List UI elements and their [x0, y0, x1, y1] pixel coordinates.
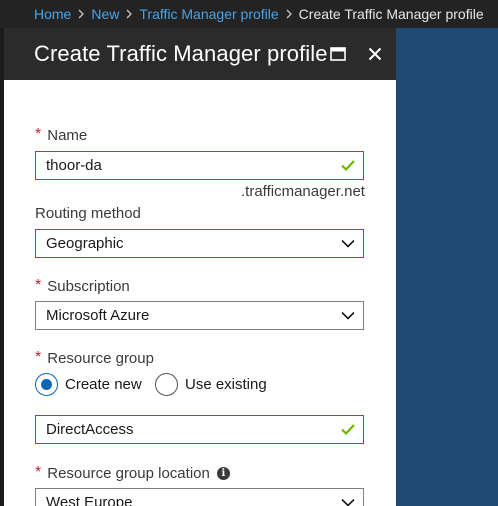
breadcrumb-current: Create Traffic Manager profile: [298, 6, 484, 22]
create-traffic-manager-blade: Create Traffic Manager profile * Name th…: [4, 28, 396, 506]
resource-group-location-select[interactable]: West Europe: [35, 488, 364, 506]
name-label: * Name: [35, 126, 87, 144]
radio-create-new-label: Create new: [65, 376, 142, 393]
radio-create-new[interactable]: Create new: [35, 373, 142, 396]
breadcrumb-traffic-manager-profile[interactable]: Traffic Manager profile: [139, 6, 278, 22]
chevron-right-icon: [77, 9, 85, 19]
chevron-right-icon: [125, 9, 133, 19]
resource-group-location-label: * Resource group location i: [35, 464, 230, 482]
subscription-label: * Subscription: [35, 277, 130, 295]
chevron-down-icon: [341, 302, 355, 329]
blade-title: Create Traffic Manager profile: [34, 41, 328, 66]
info-icon[interactable]: i: [216, 466, 230, 480]
name-input[interactable]: thoor-da: [35, 151, 364, 180]
breadcrumb-new[interactable]: New: [91, 6, 119, 22]
resource-group-label: * Resource group: [35, 349, 154, 367]
radio-button-checked[interactable]: [35, 373, 58, 396]
resource-group-input[interactable]: DirectAccess: [35, 415, 364, 444]
portal-backdrop: [396, 28, 498, 506]
radio-button-unchecked[interactable]: [155, 373, 178, 396]
name-suffix: .trafficmanager.net: [241, 183, 365, 200]
resource-group-location-value: West Europe: [46, 494, 133, 506]
radio-use-existing[interactable]: Use existing: [155, 373, 267, 396]
breadcrumb-home[interactable]: Home: [34, 6, 71, 22]
resource-group-value: DirectAccess: [46, 421, 134, 438]
chevron-right-icon: [285, 9, 293, 19]
required-marker: *: [35, 464, 42, 481]
subscription-label-text: Subscription: [47, 277, 130, 295]
subscription-value: Microsoft Azure: [46, 307, 150, 324]
subscription-select[interactable]: Microsoft Azure: [35, 301, 364, 330]
blade-header: Create Traffic Manager profile: [4, 28, 396, 80]
required-marker: *: [35, 349, 42, 366]
chevron-down-icon: [341, 489, 355, 506]
close-icon[interactable]: [363, 28, 387, 80]
routing-method-label: Routing method: [35, 205, 141, 222]
checkmark-icon: [341, 152, 355, 179]
breadcrumb: Home New Traffic Manager profile Create …: [0, 0, 498, 28]
name-label-text: Name: [47, 126, 88, 144]
routing-method-select[interactable]: Geographic: [35, 229, 364, 258]
radio-use-existing-label: Use existing: [185, 376, 267, 393]
checkmark-icon: [341, 416, 355, 443]
required-marker: *: [35, 126, 42, 143]
resource-group-location-label-text: Resource group location: [47, 464, 210, 482]
resource-group-label-text: Resource group: [47, 349, 154, 367]
routing-method-value: Geographic: [46, 235, 124, 252]
name-value: thoor-da: [46, 157, 102, 174]
maximize-icon[interactable]: [326, 28, 350, 80]
required-marker: *: [35, 277, 42, 294]
chevron-down-icon: [341, 230, 355, 257]
